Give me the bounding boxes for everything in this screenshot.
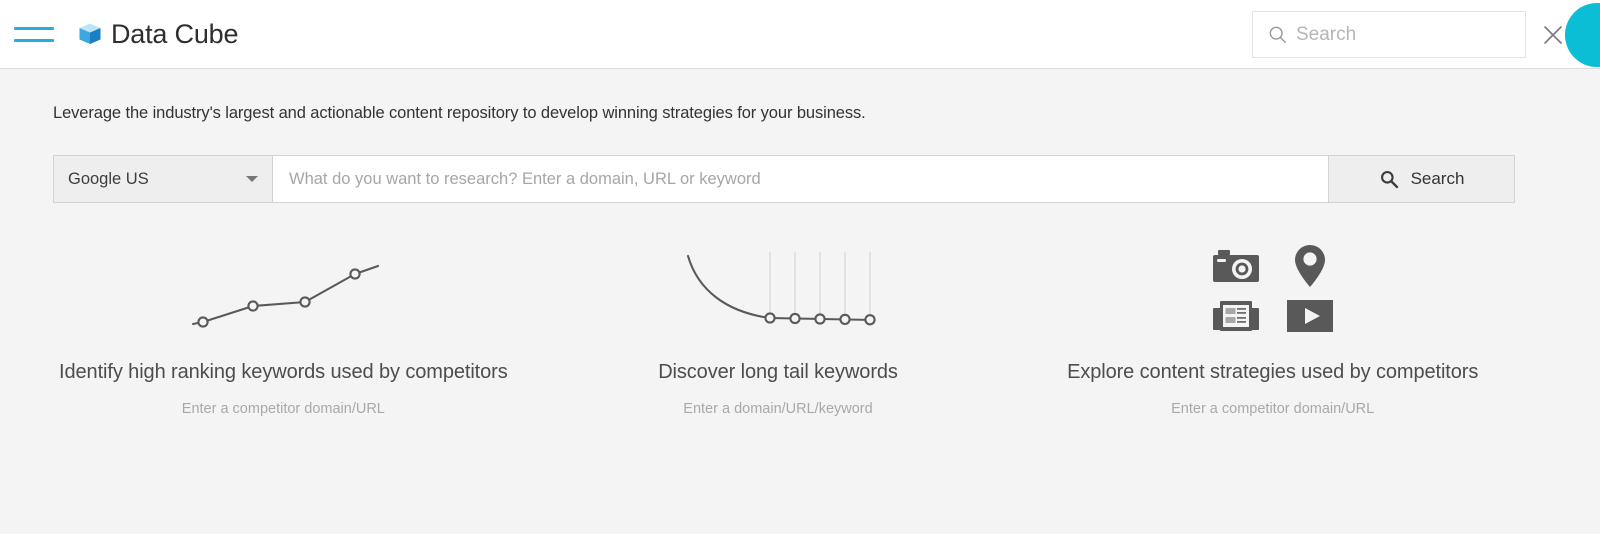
long-tail-curve-chart-icon — [686, 252, 876, 326]
research-search-bar: Google US Search — [53, 155, 1515, 203]
feature-content-strategies[interactable]: Explore content strategies used by compe… — [1025, 241, 1520, 417]
camera-icon — [1212, 250, 1259, 282]
page-tagline: Leverage the industry's largest and acti… — [53, 104, 866, 122]
chevron-down-icon — [246, 176, 258, 182]
feature-art — [678, 241, 878, 341]
feature-identify-keywords[interactable]: Identify high ranking keywords used by c… — [36, 241, 531, 417]
feature-columns: Identify high ranking keywords used by c… — [0, 241, 1540, 417]
feature-long-tail-keywords[interactable]: Discover long tail keywords Enter a doma… — [531, 241, 1026, 417]
hamburger-menu-icon[interactable] — [14, 26, 54, 42]
app-title: Data Cube — [111, 18, 239, 49]
video-play-icon — [1286, 300, 1333, 332]
close-icon[interactable] — [1541, 23, 1565, 47]
cube-logo-icon — [79, 23, 101, 44]
content-type-icon-grid — [1208, 244, 1338, 338]
search-button-label: Search — [1410, 169, 1465, 188]
feature-title: Discover long tail keywords — [658, 361, 898, 383]
header-right-group — [1252, 0, 1600, 69]
brand-logo[interactable]: Data Cube — [77, 19, 238, 50]
feature-subtitle: Enter a competitor domain/URL — [181, 401, 385, 417]
hamburger-bar — [14, 38, 54, 42]
feature-art — [1208, 241, 1338, 341]
header-search-input[interactable] — [1296, 23, 1541, 46]
app-header: Data Cube — [0, 0, 1600, 69]
feature-subtitle: Enter a domain/URL/keyword — [683, 401, 873, 417]
feature-title: Explore content strategies used by compe… — [1067, 361, 1479, 383]
header-search-box[interactable] — [1252, 11, 1562, 58]
rising-line-chart-icon — [192, 264, 380, 328]
feature-art — [183, 241, 383, 341]
user-avatar[interactable] — [1565, 2, 1600, 67]
hamburger-bar — [14, 26, 54, 30]
feature-title: Identify high ranking keywords used by c… — [59, 361, 508, 383]
search-button[interactable]: Search — [1328, 156, 1514, 202]
database-select-value: Google US — [68, 169, 149, 188]
feature-subtitle: Enter a competitor domain/URL — [1171, 401, 1375, 417]
map-pin-icon — [1294, 245, 1325, 287]
database-select[interactable]: Google US — [54, 156, 273, 202]
search-icon — [1380, 170, 1398, 188]
research-query-input[interactable] — [273, 156, 1328, 202]
search-icon — [1269, 26, 1287, 43]
newspaper-article-icon — [1212, 301, 1259, 331]
